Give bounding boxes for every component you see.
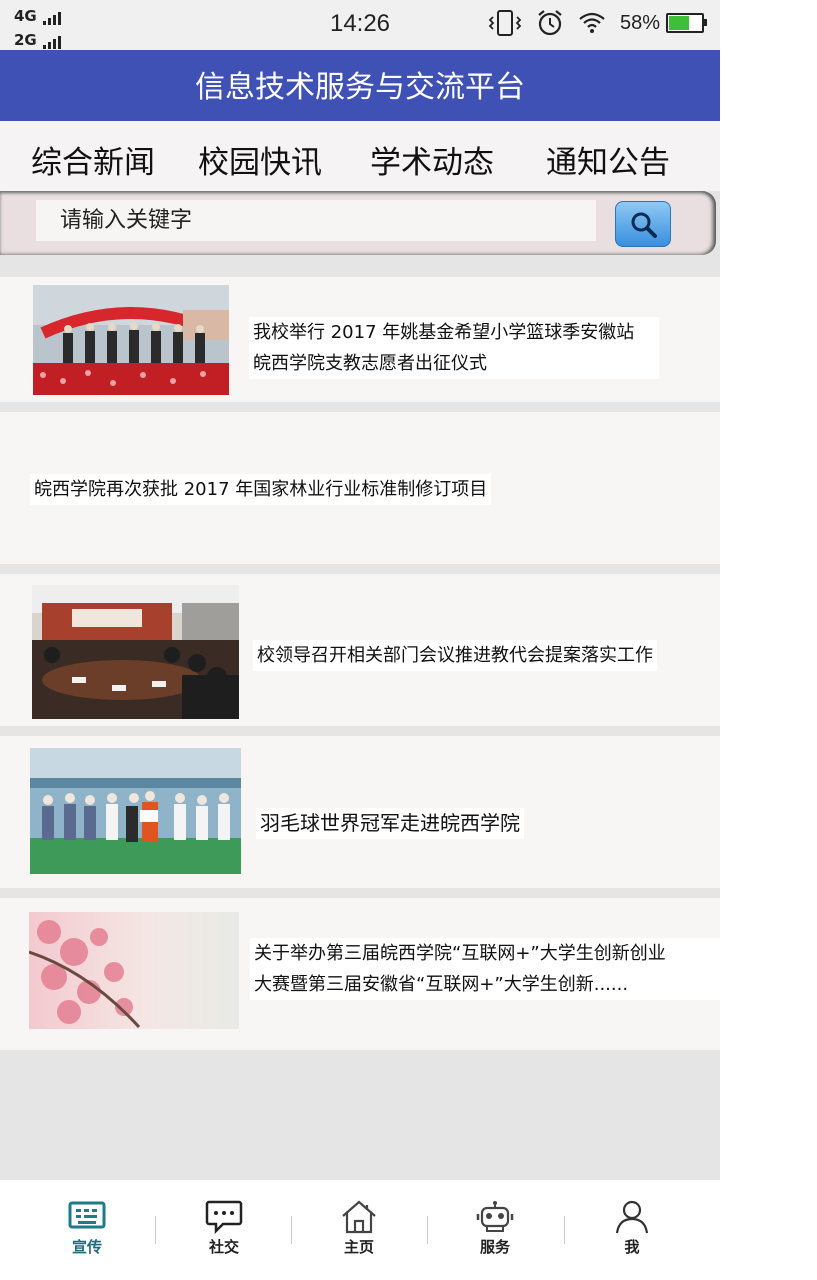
news-title: 羽毛球世界冠军走进皖西学院	[256, 808, 524, 839]
tab-notices[interactable]: 通知公告	[546, 137, 670, 182]
nav-divider	[155, 1216, 156, 1244]
nav-label: 主页	[343, 1238, 374, 1256]
search-button[interactable]	[615, 201, 671, 247]
nav-label: 服务	[479, 1238, 510, 1256]
app-screen: 4G 2G 14:26 58% 信息技术服务与交流平台 综合新闻 校园快讯 学术…	[0, 0, 720, 1280]
search-icon	[631, 212, 657, 238]
person-icon	[615, 1200, 649, 1234]
battery-icon	[666, 13, 707, 33]
nav-item-social[interactable]: 社交	[184, 1200, 264, 1257]
news-item[interactable]: 羽毛球世界冠军走进皖西学院	[0, 736, 720, 888]
tab-general-news[interactable]: 综合新闻	[31, 137, 155, 182]
nav-item-services[interactable]: 服务	[455, 1200, 535, 1257]
news-title-line: 我校举行 2017 年姚基金希望小学篮球季安徽站	[253, 322, 635, 343]
vibrate-icon	[488, 9, 522, 37]
category-tabs: 综合新闻 校园快讯 学术动态 通知公告	[0, 121, 720, 191]
nav-label: 宣传	[71, 1238, 102, 1256]
battery-percent: 58%	[619, 11, 660, 34]
tab-academic[interactable]: 学术动态	[370, 137, 494, 182]
news-title-line: 羽毛球世界冠军走进皖西学院	[260, 811, 520, 835]
news-title: 关于举办第三届皖西学院“互联网+”大学生创新创业 大赛暨第三届安徽省“互联网+”…	[250, 938, 720, 1000]
nav-label: 社交	[208, 1238, 239, 1256]
search-bar	[0, 191, 716, 255]
nav-divider	[427, 1216, 428, 1244]
news-title: 皖西学院再次获批 2017 年国家林业行业标准制修订项目	[30, 474, 492, 505]
nav-item-me[interactable]: 我	[592, 1200, 672, 1257]
nav-item-home[interactable]: 主页	[319, 1200, 399, 1257]
nav-divider	[291, 1216, 292, 1244]
bottom-nav: 宣传 社交 主页 服务 我	[0, 1180, 720, 1280]
robot-icon	[476, 1201, 514, 1232]
search-input[interactable]	[36, 200, 596, 241]
news-item[interactable]: 校领导召开相关部门会议推进教代会提案落实工作	[0, 574, 720, 726]
news-title-line: 皖西学院支教志愿者出征仪式	[253, 353, 487, 374]
battery-fill	[669, 16, 689, 30]
status-bar: 4G 2G 14:26 58%	[0, 0, 720, 50]
nav-label: 我	[624, 1238, 640, 1256]
alarm-icon	[536, 9, 564, 37]
nav-item-promotion[interactable]: 宣传	[47, 1200, 127, 1257]
tab-campus-news[interactable]: 校园快讯	[198, 137, 322, 182]
news-title-line: 大赛暨第三届安徽省“互联网+”大学生创新......	[254, 974, 629, 995]
app-header: 信息技术服务与交流平台	[0, 50, 720, 121]
keyboard-icon	[68, 1201, 106, 1229]
news-title-line: 校领导召开相关部门会议推进教代会提案落实工作	[257, 645, 653, 666]
news-item[interactable]: 皖西学院再次获批 2017 年国家林业行业标准制修订项目	[0, 412, 720, 564]
news-thumbnail	[29, 912, 239, 1029]
page-title: 信息技术服务与交流平台	[195, 70, 525, 105]
wifi-icon	[578, 11, 606, 35]
news-title: 我校举行 2017 年姚基金希望小学篮球季安徽站 皖西学院支教志愿者出征仪式	[249, 317, 659, 379]
news-title-line: 关于举办第三届皖西学院“互联网+”大学生创新创业	[254, 943, 666, 964]
news-item[interactable]: 关于举办第三届皖西学院“互联网+”大学生创新创业 大赛暨第三届安徽省“互联网+”…	[0, 898, 720, 1050]
news-title-line: 皖西学院再次获批 2017 年国家林业行业标准制修订项目	[34, 479, 488, 500]
nav-divider	[564, 1216, 565, 1244]
news-title: 校领导召开相关部门会议推进教代会提案落实工作	[253, 640, 657, 671]
news-thumbnail	[33, 285, 229, 395]
news-thumbnail	[30, 748, 241, 874]
chat-icon	[205, 1200, 243, 1234]
news-item[interactable]: 我校举行 2017 年姚基金希望小学篮球季安徽站 皖西学院支教志愿者出征仪式	[0, 277, 720, 402]
home-icon	[342, 1200, 376, 1234]
news-thumbnail	[32, 585, 239, 719]
status-icons: 58%	[488, 9, 707, 37]
